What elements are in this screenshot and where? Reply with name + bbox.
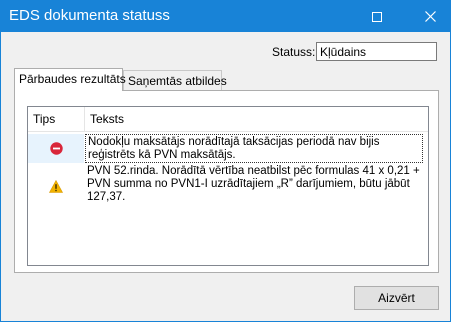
table-row[interactable]: Nodokļu maksātājs norādītajā taksācijas … (28, 134, 428, 163)
close-window-button[interactable] (411, 1, 449, 32)
error-icon (49, 142, 63, 155)
status-field[interactable]: Kļūdains (316, 42, 437, 61)
status-label: Statuss: (272, 45, 316, 59)
table-row[interactable]: PVN 52.rinda. Norādītā vērtība neatbilst… (28, 164, 428, 209)
warning-icon (49, 180, 63, 193)
column-header-tips[interactable]: Tips (28, 107, 85, 131)
row-type-cell (28, 134, 84, 163)
window-title: EDS dokumenta statuss (9, 7, 170, 24)
results-grid: Tips Teksts Nodokļu maksātājs norādītajā… (27, 106, 429, 266)
row-text: PVN 52.rinda. Norādītā vērtība neatbilst… (87, 165, 420, 203)
grid-header: Tips Teksts (28, 107, 428, 132)
tab-sanemtas-atbildes[interactable]: Saņemtās atbildes (123, 70, 227, 90)
tab-panel: Tips Teksts Nodokļu maksātājs norādītajā… (14, 90, 439, 273)
maximize-button[interactable] (358, 1, 396, 32)
tab-parbaudes-rezultats[interactable]: Pārbaudes rezultāts (14, 68, 126, 91)
column-header-teksts[interactable]: Teksts (85, 107, 428, 131)
maximize-icon (372, 11, 382, 22)
close-button[interactable]: Aizvērt (354, 286, 439, 310)
close-icon (424, 11, 436, 22)
title-bar[interactable]: EDS dokumenta statuss (1, 1, 450, 32)
row-text: Nodokļu maksātājs norādītajā taksācijas … (85, 134, 423, 163)
row-type-cell (28, 164, 84, 209)
eds-status-dialog: EDS dokumenta statuss Statuss: Kļūdains … (0, 0, 451, 322)
